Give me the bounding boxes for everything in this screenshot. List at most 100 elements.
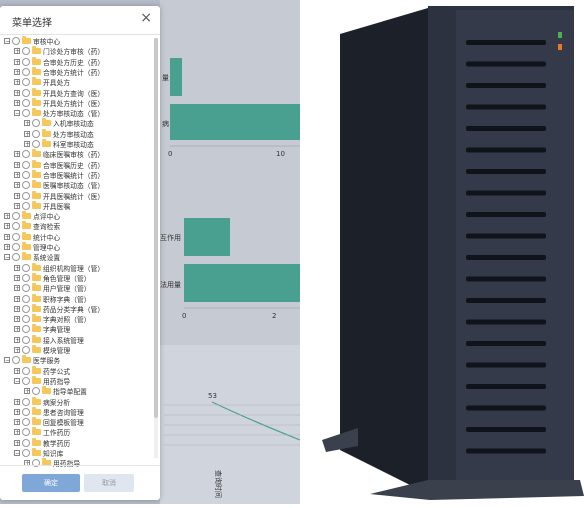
expand-toggle-icon[interactable]: − bbox=[14, 110, 20, 117]
expand-toggle-icon[interactable]: + bbox=[14, 99, 20, 106]
tree-item[interactable]: − 处方审核动态（管） bbox=[14, 108, 104, 118]
tree-item[interactable]: + 查询检索 bbox=[4, 221, 60, 231]
tree-item[interactable]: − 系统设置 bbox=[4, 252, 60, 262]
tree-item[interactable]: + 患者咨询管理 bbox=[14, 406, 84, 417]
tree-item[interactable]: + 指导单配置 bbox=[24, 386, 87, 396]
expand-toggle-icon[interactable]: + bbox=[14, 408, 20, 415]
select-radio[interactable] bbox=[22, 263, 30, 272]
select-radio[interactable] bbox=[22, 191, 30, 200]
tree-item[interactable]: + 合审医嘱统计（药） bbox=[14, 169, 104, 180]
ok-button[interactable]: 确定 bbox=[22, 474, 80, 492]
select-radio[interactable] bbox=[12, 253, 20, 262]
expand-toggle-icon[interactable]: + bbox=[4, 223, 10, 230]
tree-item[interactable]: + 临床医嘱审核（药） bbox=[14, 149, 104, 159]
tree-item[interactable]: + 点评中心 bbox=[4, 211, 60, 221]
expand-toggle-icon[interactable]: + bbox=[14, 439, 20, 446]
tree-item[interactable]: + 医嘱审核动态（管） bbox=[14, 180, 104, 190]
tree-item[interactable]: − 知识库 bbox=[14, 448, 63, 458]
tree-item[interactable]: + 病案分析 bbox=[14, 396, 70, 407]
scrollbar-thumb[interactable] bbox=[154, 38, 158, 418]
expand-toggle-icon[interactable]: + bbox=[14, 419, 20, 426]
tree-item[interactable]: − 审核中心 bbox=[4, 36, 60, 46]
cancel-button[interactable]: 取消 bbox=[84, 474, 134, 492]
tree-item[interactable]: + 处方审核动态 bbox=[24, 128, 94, 139]
expand-toggle-icon[interactable]: + bbox=[14, 347, 20, 354]
expand-toggle-icon[interactable]: − bbox=[4, 357, 10, 364]
select-radio[interactable] bbox=[22, 325, 30, 334]
select-radio[interactable] bbox=[22, 304, 30, 313]
select-radio[interactable] bbox=[22, 181, 30, 190]
tree-item[interactable]: + 合审处方历史（药） bbox=[14, 56, 104, 67]
select-radio[interactable] bbox=[12, 356, 20, 365]
tree-item[interactable]: + 教学药历 bbox=[14, 437, 70, 448]
expand-toggle-icon[interactable]: + bbox=[14, 48, 20, 55]
tree-item[interactable]: + 科室审核动态 bbox=[24, 139, 94, 149]
select-radio[interactable] bbox=[12, 37, 20, 45]
select-radio[interactable] bbox=[22, 284, 30, 293]
select-radio[interactable] bbox=[32, 119, 40, 128]
select-radio[interactable] bbox=[12, 232, 20, 241]
select-radio[interactable] bbox=[12, 222, 20, 231]
select-radio[interactable] bbox=[22, 376, 30, 385]
expand-toggle-icon[interactable]: + bbox=[24, 388, 30, 395]
expand-toggle-icon[interactable]: + bbox=[14, 202, 20, 209]
select-radio[interactable] bbox=[22, 366, 30, 375]
expand-toggle-icon[interactable]: + bbox=[24, 141, 30, 148]
tree-item[interactable]: + 统计中心 bbox=[4, 231, 60, 242]
tree-item[interactable]: + 合审医嘱历史（药） bbox=[14, 159, 104, 170]
tree-item[interactable]: + 工作药历 bbox=[14, 427, 70, 437]
tree-item[interactable]: + 接入系统管理 bbox=[14, 334, 84, 345]
expand-toggle-icon[interactable]: + bbox=[14, 68, 20, 75]
expand-toggle-icon[interactable]: + bbox=[4, 244, 10, 251]
select-radio[interactable] bbox=[32, 387, 40, 396]
expand-toggle-icon[interactable]: + bbox=[14, 89, 20, 96]
select-radio[interactable] bbox=[22, 407, 30, 416]
tree-item[interactable]: + 字典管理 bbox=[14, 324, 70, 334]
select-radio[interactable] bbox=[12, 212, 20, 221]
select-radio[interactable] bbox=[22, 346, 30, 354]
expand-toggle-icon[interactable]: − bbox=[14, 450, 20, 457]
tree-item[interactable]: + 入机审核动态 bbox=[24, 118, 94, 128]
select-radio[interactable] bbox=[22, 449, 30, 457]
select-radio[interactable] bbox=[12, 243, 20, 251]
select-radio[interactable] bbox=[22, 273, 30, 282]
expand-toggle-icon[interactable]: + bbox=[14, 79, 20, 86]
expand-toggle-icon[interactable]: + bbox=[14, 305, 20, 312]
tree-item[interactable]: + 合审处方统计（药） bbox=[14, 66, 104, 77]
expand-toggle-icon[interactable]: − bbox=[4, 38, 10, 45]
expand-toggle-icon[interactable]: + bbox=[14, 274, 20, 281]
select-radio[interactable] bbox=[22, 397, 30, 406]
select-radio[interactable] bbox=[22, 88, 30, 97]
expand-toggle-icon[interactable]: + bbox=[14, 398, 20, 405]
tree-item[interactable]: + 药品分类字典（管） bbox=[14, 303, 104, 314]
tree-item[interactable]: + 开具医嘱统计（医） bbox=[14, 190, 104, 201]
select-radio[interactable] bbox=[22, 109, 30, 118]
select-radio[interactable] bbox=[22, 57, 30, 66]
expand-toggle-icon[interactable]: + bbox=[14, 182, 20, 189]
expand-toggle-icon[interactable]: + bbox=[14, 151, 20, 158]
select-radio[interactable] bbox=[22, 160, 30, 169]
expand-toggle-icon[interactable]: + bbox=[14, 316, 20, 323]
tree-item[interactable]: + 角色管理（管） bbox=[14, 272, 91, 283]
expand-toggle-icon[interactable]: + bbox=[14, 58, 20, 65]
tree-item[interactable]: + 字典对照（管） bbox=[14, 314, 91, 324]
expand-toggle-icon[interactable]: + bbox=[14, 264, 20, 271]
expand-toggle-icon[interactable]: + bbox=[14, 367, 20, 374]
select-radio[interactable] bbox=[22, 67, 30, 76]
expand-toggle-icon[interactable]: − bbox=[14, 377, 20, 384]
select-radio[interactable] bbox=[22, 47, 30, 56]
tree-item[interactable]: − 医学服务 bbox=[4, 355, 60, 365]
select-radio[interactable] bbox=[22, 335, 30, 344]
select-radio[interactable] bbox=[32, 129, 40, 138]
tree-item[interactable]: + 开具处方统计（医） bbox=[14, 97, 104, 108]
select-radio[interactable] bbox=[22, 170, 30, 179]
expand-toggle-icon[interactable]: + bbox=[14, 336, 20, 343]
expand-toggle-icon[interactable]: − bbox=[4, 254, 10, 261]
close-icon[interactable]: × bbox=[140, 11, 152, 25]
tree-item[interactable]: + 组织机构管理（管） bbox=[14, 262, 104, 273]
tree-item[interactable]: + 模块管理 bbox=[14, 345, 70, 355]
tree-item[interactable]: + 门诊处方审核（药） bbox=[14, 46, 104, 56]
select-radio[interactable] bbox=[22, 98, 30, 107]
select-radio[interactable] bbox=[32, 140, 40, 148]
expand-toggle-icon[interactable]: + bbox=[14, 161, 20, 168]
